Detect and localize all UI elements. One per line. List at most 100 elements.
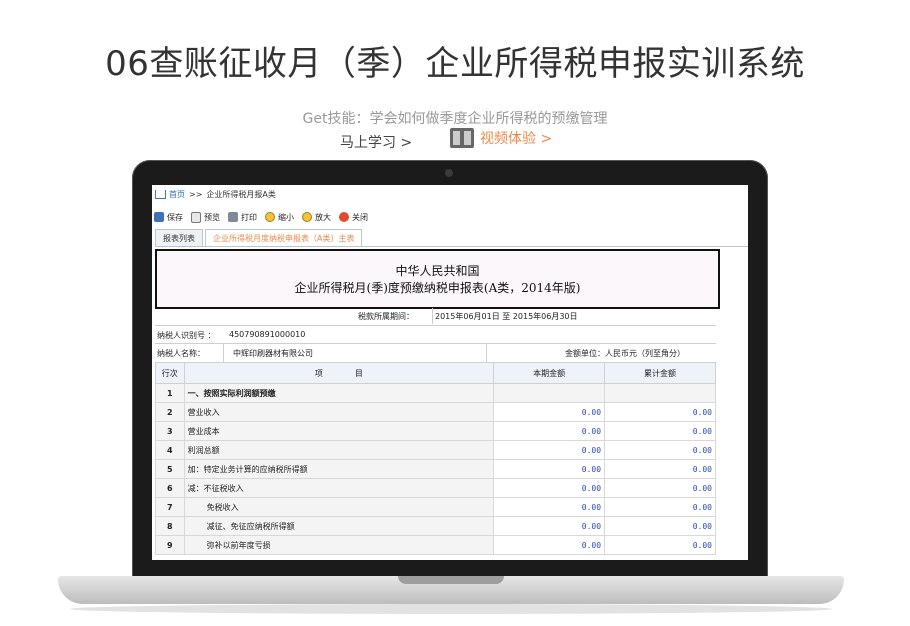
preview-icon [191,211,201,223]
home-icon [155,190,166,199]
row-number: 1 [155,383,185,403]
printer-icon [228,212,238,222]
print-button[interactable]: 打印 [228,209,257,225]
breadcrumb-current: 企业所得税月报A类 [206,190,276,199]
save-button[interactable]: 保存 [154,209,183,225]
row-item: 营业成本 [183,421,495,441]
cumulative-amount-input[interactable]: 0.00 [604,535,716,555]
save-label: 保存 [167,212,183,222]
film-icon [450,128,474,148]
tab-main-form[interactable]: 企业所得税月度纳税申报表（A类）主表 [205,229,363,246]
row-number: 8 [155,516,185,536]
tab-report-list[interactable]: 报表列表 [155,229,203,246]
preview-label: 预览 [204,212,220,222]
current-amount-input[interactable]: 0.00 [493,478,606,498]
learn-now-link[interactable]: 马上学习 > [340,132,412,152]
row-number: 3 [155,421,185,441]
currency-unit: 金额单位：人民币元（列至角分） [565,349,685,358]
table-row: 2 营业收入 0.00 0.00 [155,402,716,422]
column-header: 行次 [155,362,185,384]
current-amount-input[interactable]: 0.00 [493,440,606,460]
breadcrumb-home-link[interactable]: 首页 [169,189,185,200]
tab-bar: 报表列表 企业所得税月度纳税申报表（A类）主表 [155,229,364,246]
current-amount-input[interactable]: 0.00 [493,421,606,441]
row-number: 7 [155,497,185,517]
current-amount-input[interactable]: 0.00 [493,516,606,536]
taxpayer-id-label: 纳税人识别号 ： [157,331,216,340]
close-label: 关闭 [352,212,368,222]
divider [432,308,433,324]
cumulative-amount-input[interactable]: 0.00 [604,459,716,479]
cumulative-amount-cell [604,383,716,403]
zoom-out-button[interactable]: 缩小 [265,209,294,225]
declaration-table: 行次 项 目 本期金额 累计金额 1 一、按照实际利润额预缴 2 营业收入 0.… [155,362,716,555]
taxpayer-name-row: 纳税人名称： 中辉印刷器材有限公司 金额单位：人民币元（列至角分） [155,343,716,362]
row-number: 2 [155,402,185,422]
cumulative-amount-input[interactable]: 0.00 [604,421,716,441]
row-item: 加：特定业务计算的应纳税所得额 [183,459,495,479]
cumulative-amount-input[interactable]: 0.00 [604,440,716,460]
taxpayer-id-row: 纳税人识别号 ： 450790891000010 [155,325,716,344]
cumulative-amount-input[interactable]: 0.00 [604,402,716,422]
tax-period-row: 税款所属期间： 2015年06月01日 至 2015年06月30日 [155,308,716,324]
page-title: 06查账征收月（季）企业所得税申报实训系统 [105,44,805,84]
row-item: 弥补以前年度亏损 [183,535,495,555]
divider [486,344,487,362]
row-item: 营业收入 [183,402,495,422]
close-button[interactable]: 关闭 [339,209,368,225]
save-icon [154,212,164,222]
divider [223,344,224,362]
table-row: 6 减：不征税收入 0.00 0.00 [155,478,716,498]
zoom-in-label: 放大 [315,212,331,222]
zoom-out-icon [265,212,275,222]
form-title-line1: 中华人民共和国 [395,264,480,278]
table-row: 3 营业成本 0.00 0.00 [155,421,716,441]
table-header-row: 行次 项 目 本期金额 累计金额 [155,362,716,384]
tab-divider [155,246,748,247]
current-amount-input[interactable]: 0.00 [493,497,606,517]
zoom-out-label: 缩小 [278,212,294,222]
row-item: 减征、免征应纳税所得额 [183,516,495,536]
taxpayer-name-label: 纳税人名称： [157,349,205,358]
print-label: 打印 [241,212,257,222]
column-header: 累计金额 [604,362,716,384]
row-item: 利润总额 [183,440,495,460]
zoom-in-icon [302,212,312,222]
row-number: 4 [155,440,185,460]
close-icon [339,212,349,222]
cumulative-amount-input[interactable]: 0.00 [604,497,716,517]
taxpayer-name-value: 中辉印刷器材有限公司 [233,349,313,358]
form-title-box: 中华人民共和国 企业所得税月(季)度预缴纳税申报表(A类，2014年版) [155,249,720,309]
video-link-label: 视频体验 > [480,131,553,147]
preview-button[interactable]: 预览 [191,209,220,225]
tax-period-label: 税款所属期间： [358,312,414,321]
table-row: 1 一、按照实际利润额预缴 [155,383,716,403]
cta-row: 马上学习 > 视频体验 > [0,128,910,154]
form-title-line2: 企业所得税月(季)度预缴纳税申报表(A类，2014年版) [294,281,581,295]
video-experience-link[interactable]: 视频体验 > [450,128,552,148]
laptop-base [58,576,844,604]
current-amount-input[interactable]: 0.00 [493,535,606,555]
subtitle: Get技能：学会如何做季度企业所得税的预缴管理 [302,111,608,127]
laptop-notch [398,576,504,584]
row-item: 免税收入 [183,497,495,517]
column-header: 本期金额 [493,362,606,384]
table-row: 9 弥补以前年度亏损 0.00 0.00 [155,535,716,555]
current-amount-input[interactable]: 0.00 [493,459,606,479]
breadcrumb: 首页 >> 企业所得税月报A类 [155,189,276,200]
row-item: 减：不征税收入 [183,478,495,498]
row-number: 9 [155,535,185,555]
cumulative-amount-input[interactable]: 0.00 [604,478,716,498]
current-amount-input[interactable]: 0.00 [493,402,606,422]
table-row: 5 加：特定业务计算的应纳税所得额 0.00 0.00 [155,459,716,479]
breadcrumb-separator: >> [189,190,203,199]
taxpayer-id-value: 450790891000010 [229,330,306,339]
column-header: 项 目 [183,362,495,384]
cumulative-amount-input[interactable]: 0.00 [604,516,716,536]
zoom-in-button[interactable]: 放大 [302,209,331,225]
table-row: 8 减征、免征应纳税所得额 0.00 0.00 [155,516,716,536]
laptop-shadow [70,604,832,614]
row-number: 5 [155,459,185,479]
camera-icon [445,169,453,177]
row-number: 6 [155,478,185,498]
